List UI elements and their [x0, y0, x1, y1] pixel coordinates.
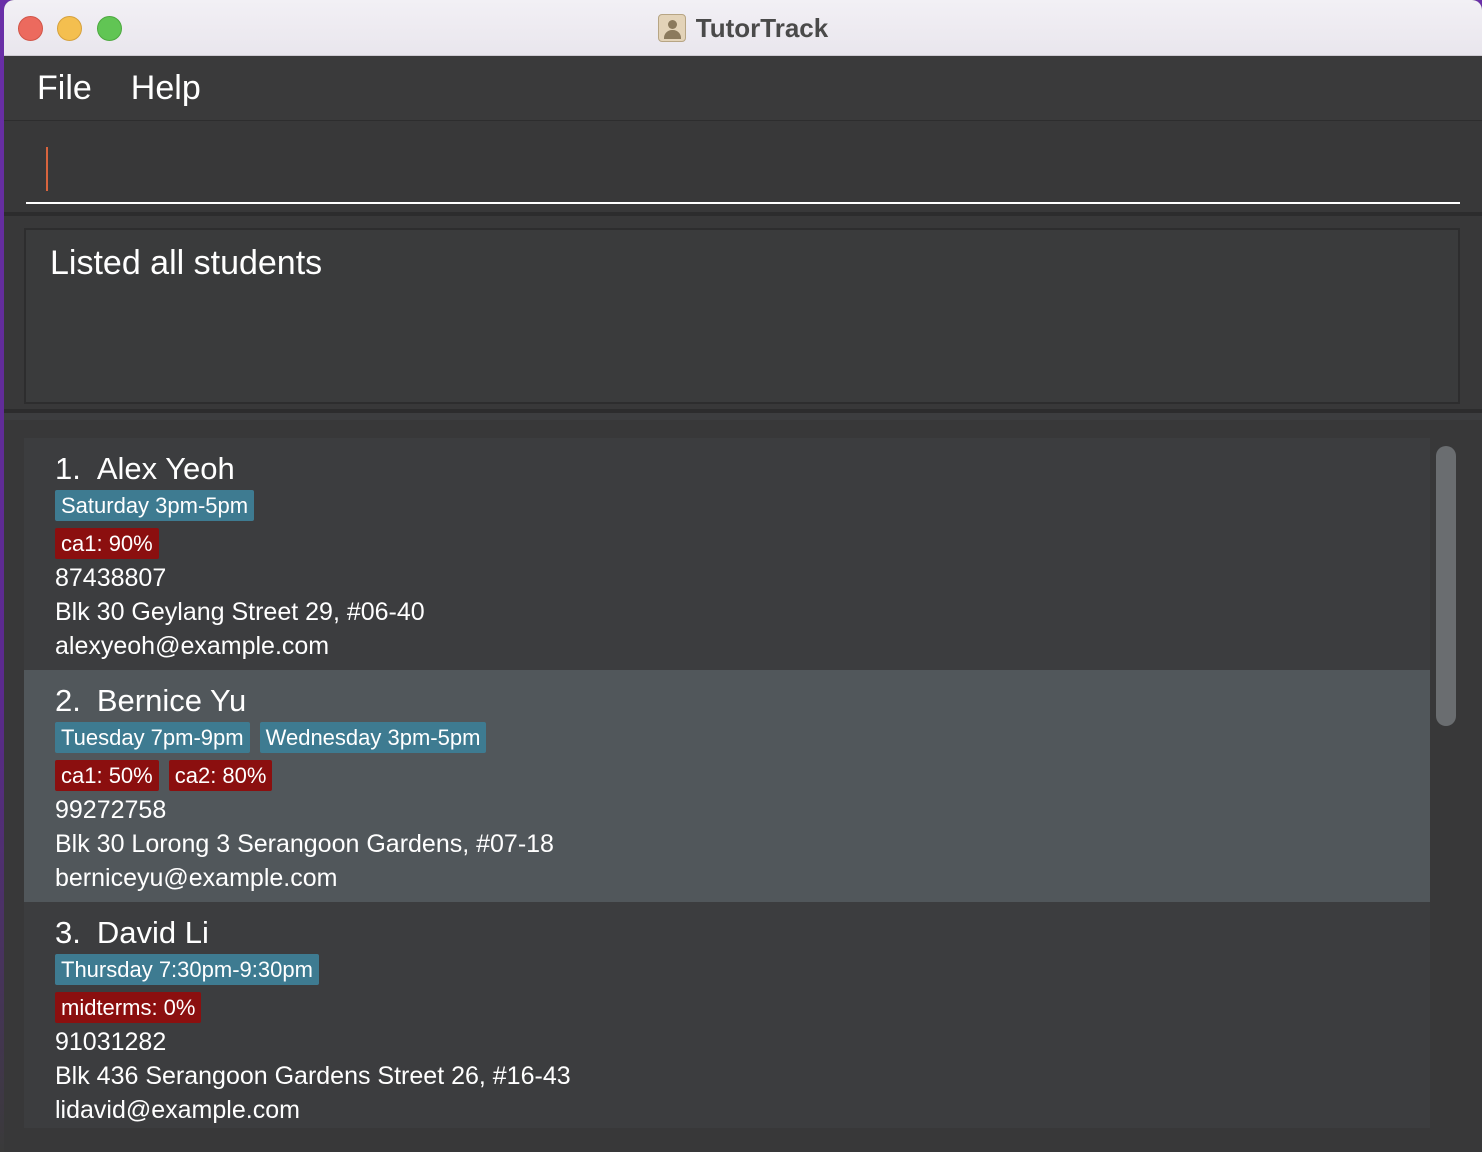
menu-file[interactable]: File	[37, 69, 92, 108]
scrollbar[interactable]	[1434, 446, 1458, 1136]
student-card[interactable]: 1. Alex Yeoh Saturday 3pm-5pm ca1: 90% 87438…	[24, 438, 1430, 670]
student-index: 3.	[55, 915, 81, 950]
student-list-panel: 1. Alex Yeoh Saturday 3pm-5pm ca1: 90% 87438…	[4, 420, 1482, 1152]
student-card[interactable]: 2. Bernice Yu Tuesday 7pm-9pm Wednesday 3pm…	[24, 670, 1430, 902]
text-caret	[46, 147, 48, 191]
student-list[interactable]: 1. Alex Yeoh Saturday 3pm-5pm ca1: 90% 87438…	[24, 438, 1430, 1128]
student-email: lidavid@example.com	[55, 1096, 300, 1124]
lesson-time-tag: Thursday 7:30pm-9:30pm	[55, 954, 319, 985]
result-display: Listed all students	[24, 228, 1460, 404]
lesson-time-tags: Thursday 7:30pm-9:30pm	[55, 954, 1430, 987]
student-index: 2.	[55, 683, 81, 718]
title-bar[interactable]: TutorTrack	[4, 0, 1482, 56]
lesson-time-tags: Saturday 3pm-5pm	[55, 490, 1430, 523]
student-address: Blk 30 Lorong 3 Serangoon Gardens, #07-1…	[55, 830, 554, 858]
lesson-time-tag: Saturday 3pm-5pm	[55, 490, 255, 521]
student-name-row: 3. David Li	[55, 914, 1430, 952]
student-email: berniceyu@example.com	[55, 864, 338, 892]
student-email: alexyeoh@example.com	[55, 632, 330, 660]
lesson-time-tag: Wednesday 3pm-5pm	[259, 722, 487, 753]
menu-bar: File Help	[4, 56, 1482, 121]
student-name: Alex Yeoh	[96, 451, 235, 486]
command-input[interactable]	[26, 141, 1460, 204]
grade-tag: ca1: 90%	[55, 528, 159, 559]
grade-tag: ca2: 80%	[168, 760, 273, 791]
student-address: Blk 30 Geylang Street 29, #06-40	[55, 598, 425, 626]
app-window: TutorTrack File Help Listed all students…	[4, 0, 1482, 1152]
grade-tags: ca1: 50% ca2: 80%	[55, 760, 1430, 793]
student-name: Bernice Yu	[96, 683, 247, 718]
window-title: TutorTrack	[695, 12, 829, 43]
result-message: Listed all students	[50, 244, 323, 282]
student-phone: 87438807	[55, 564, 167, 592]
lesson-time-tag: Tuesday 7pm-9pm	[55, 722, 250, 753]
result-display-area: Listed all students	[4, 216, 1482, 413]
student-address: Blk 436 Serangoon Gardens Street 26, #16…	[55, 1062, 571, 1090]
grade-tag: midterms: 0%	[55, 992, 202, 1023]
student-card[interactable]: 3. David Li Thursday 7:30pm-9:30pm midterms…	[24, 902, 1430, 1128]
menu-help[interactable]: Help	[131, 69, 201, 108]
command-box-area	[4, 121, 1482, 216]
student-name-row: 1. Alex Yeoh	[55, 450, 1430, 488]
grade-tags: midterms: 0%	[55, 992, 1430, 1025]
student-name: David Li	[96, 915, 209, 950]
title-wrap: TutorTrack	[4, 0, 1482, 56]
lesson-time-tags: Tuesday 7pm-9pm Wednesday 3pm-5pm	[55, 722, 1430, 755]
student-phone: 91031282	[55, 1028, 167, 1056]
student-phone: 99272758	[55, 796, 167, 824]
grade-tag: ca1: 50%	[55, 760, 159, 791]
scrollbar-thumb[interactable]	[1436, 446, 1456, 726]
grade-tags: ca1: 90%	[55, 528, 1430, 561]
address-book-icon	[657, 14, 686, 42]
student-name-row: 2. Bernice Yu	[55, 682, 1430, 720]
student-index: 1.	[55, 451, 81, 486]
